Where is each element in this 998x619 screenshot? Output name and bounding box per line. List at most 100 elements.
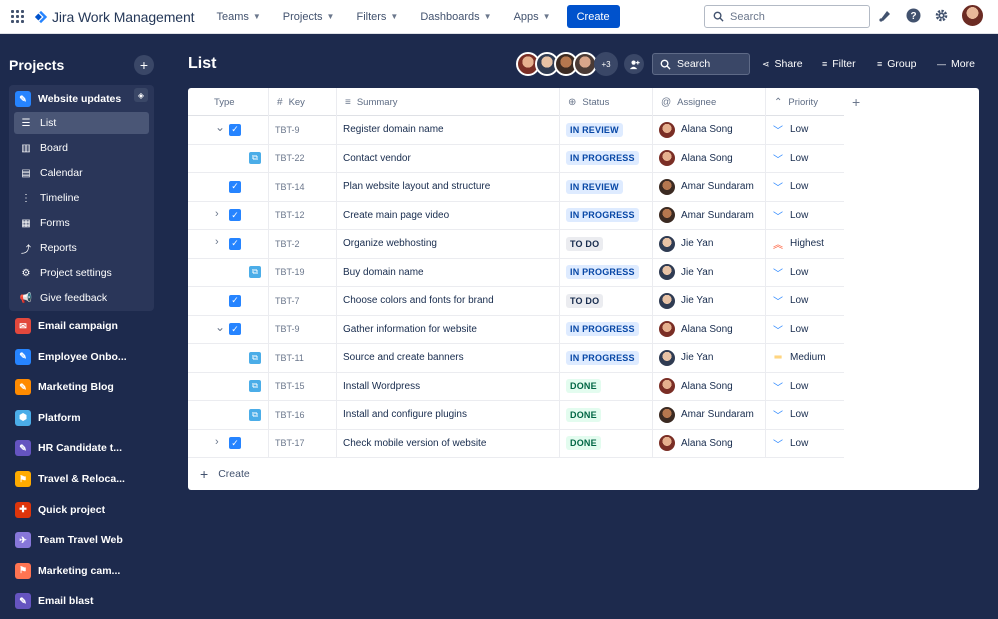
status-badge[interactable]: TO DO — [566, 236, 604, 251]
priority-cell[interactable]: ═ Medium — [766, 344, 844, 372]
sidebar-project-item[interactable]: ✈ Team Travel Web — [15, 530, 123, 550]
issue-key[interactable]: TBT-2 — [269, 230, 337, 258]
help-icon[interactable]: ? — [905, 8, 921, 24]
priority-cell[interactable]: ︽ Highest — [766, 230, 844, 258]
sidebar-item-timeline[interactable]: ⋮ Timeline — [14, 187, 149, 209]
issue-key[interactable]: TBT-12 — [269, 201, 337, 229]
table-row[interactable]: ⌄ ✓ TBT-9 Gather information for website IN … — [188, 315, 844, 344]
sidebar-project-item[interactable]: ✚ Quick project — [15, 500, 105, 520]
active-project-header[interactable]: ✎ Website updates — [15, 89, 121, 109]
status-cell[interactable]: IN PROGRESS — [560, 315, 653, 343]
status-cell[interactable]: TO DO — [560, 230, 653, 258]
sidebar-project-item[interactable]: ⚑ Travel & Reloca... — [15, 469, 125, 489]
status-cell[interactable]: IN PROGRESS — [560, 144, 653, 172]
sidebar-item-calendar[interactable]: ▤ Calendar — [14, 162, 149, 184]
assignee-cell[interactable]: Jie Yan — [653, 287, 766, 315]
status-badge[interactable]: IN PROGRESS — [566, 322, 639, 337]
status-cell[interactable]: IN REVIEW — [560, 173, 653, 201]
table-row[interactable]: › ✓ TBT-12 Create main page video IN PROGRES… — [188, 201, 844, 230]
issue-key[interactable]: TBT-19 — [269, 258, 337, 286]
sidebar-item-board[interactable]: ▥ Board — [14, 137, 149, 159]
table-row[interactable]: ⧉ TBT-15 Install Wordpress DONE Alana Song ﹀ L… — [188, 372, 844, 401]
issue-summary[interactable]: Plan website layout and structure — [337, 173, 560, 201]
priority-cell[interactable]: ﹀ Low — [766, 373, 844, 401]
project-options-icon[interactable]: ◈ — [134, 88, 148, 102]
status-badge[interactable]: IN PROGRESS — [566, 208, 639, 223]
column-key[interactable]: # Key — [269, 88, 337, 116]
priority-cell[interactable]: ﹀ Low — [766, 145, 844, 173]
create-issue-button[interactable]: + Create — [200, 466, 250, 482]
chevron-down-icon[interactable]: ⌄ — [215, 320, 225, 334]
status-cell[interactable]: IN PROGRESS — [560, 344, 653, 372]
table-row[interactable]: ✓ TBT-14 Plan website layout and structure… — [188, 173, 844, 202]
issue-summary[interactable]: Install Wordpress — [337, 372, 560, 400]
issue-summary[interactable]: Buy domain name — [337, 258, 560, 286]
column-priority[interactable]: ⌃ Priority — [766, 88, 844, 116]
add-column-button[interactable]: + — [852, 94, 860, 110]
assignee-cell[interactable]: Alana Song — [653, 144, 766, 172]
status-badge[interactable]: IN PROGRESS — [566, 350, 639, 365]
priority-cell[interactable]: ﹀ Low — [766, 259, 844, 287]
assignee-cell[interactable]: Alana Song — [653, 372, 766, 400]
sidebar-item-reports[interactable]: ⤴ Reports — [14, 237, 149, 259]
table-row[interactable]: ⧉ TBT-11 Source and create banners IN PROGR… — [188, 344, 844, 373]
status-badge[interactable]: IN REVIEW — [566, 179, 623, 194]
status-badge[interactable]: TO DO — [566, 293, 604, 308]
sidebar-project-item[interactable]: ✎ Email blast — [15, 591, 93, 611]
status-cell[interactable]: IN PROGRESS — [560, 201, 653, 229]
priority-cell[interactable]: ﹀ Low — [766, 316, 844, 344]
chevron-down-icon[interactable]: ⌄ — [215, 120, 225, 134]
sidebar-project-item[interactable]: ✎ Marketing Blog — [15, 377, 114, 397]
issue-key[interactable]: TBT-17 — [269, 429, 337, 457]
issue-summary[interactable]: Choose colors and fonts for brand — [337, 287, 560, 315]
table-row[interactable]: ⧉ TBT-22 Contact vendor IN PROGRESS Alana So… — [188, 144, 844, 173]
nav-projects[interactable]: Projects ▼ — [283, 11, 335, 23]
issue-summary[interactable]: Source and create banners — [337, 344, 560, 372]
priority-cell[interactable]: ﹀ Low — [766, 173, 844, 201]
more-button[interactable]: — More — [937, 58, 975, 70]
issue-key[interactable]: TBT-22 — [269, 144, 337, 172]
issue-summary[interactable]: Register domain name — [337, 116, 560, 144]
filter-button[interactable]: ≡ Filter — [822, 58, 856, 70]
issue-summary[interactable]: Check mobile version of website — [337, 429, 560, 457]
table-row[interactable]: ⧉ TBT-16 Install and configure plugins DONE… — [188, 401, 844, 430]
column-type[interactable]: Type — [188, 88, 269, 116]
status-cell[interactable]: IN PROGRESS — [560, 258, 653, 286]
table-row[interactable]: › ✓ TBT-17 Check mobile version of website D… — [188, 429, 844, 458]
issue-key[interactable]: TBT-9 — [269, 315, 337, 343]
chevron-right-icon[interactable]: › — [215, 436, 219, 448]
assignee-cell[interactable]: Jie Yan — [653, 258, 766, 286]
nav-filters[interactable]: Filters ▼ — [356, 11, 398, 23]
priority-cell[interactable]: ﹀ Low — [766, 430, 844, 458]
status-badge[interactable]: DONE — [566, 379, 601, 394]
assignee-cell[interactable]: Jie Yan — [653, 230, 766, 258]
assignee-cell[interactable]: Amar Sundaram — [653, 401, 766, 429]
nav-apps[interactable]: Apps ▼ — [514, 11, 551, 23]
assignee-cell[interactable]: Alana Song — [653, 429, 766, 457]
sidebar-item-give-feedback[interactable]: 📢 Give feedback — [14, 287, 149, 309]
chevron-right-icon[interactable]: › — [215, 236, 219, 248]
assignee-cell[interactable]: Alana Song — [653, 315, 766, 343]
assignee-cell[interactable]: Alana Song — [653, 116, 766, 144]
add-people-button[interactable] — [624, 54, 644, 74]
issue-key[interactable]: TBT-7 — [269, 287, 337, 315]
sidebar-item-forms[interactable]: ▦ Forms — [14, 212, 149, 234]
app-switcher-icon[interactable] — [11, 9, 25, 24]
issue-summary[interactable]: Organize webhosting — [337, 230, 560, 258]
sidebar-project-item[interactable]: ⚑ Marketing cam... — [15, 561, 120, 581]
column-summary[interactable]: ≡ Summary — [337, 88, 560, 116]
issue-summary[interactable]: Gather information for website — [337, 315, 560, 343]
group-button[interactable]: ≡ Group — [877, 58, 916, 70]
column-status[interactable]: ⊕ Status — [560, 88, 653, 116]
assignee-cell[interactable]: Jie Yan — [653, 344, 766, 372]
sidebar-project-item[interactable]: ⬢ Platform — [15, 408, 81, 428]
create-button[interactable]: Create — [566, 5, 620, 28]
status-cell[interactable]: TO DO — [560, 287, 653, 315]
chevron-right-icon[interactable]: › — [215, 208, 219, 220]
status-cell[interactable]: IN REVIEW — [560, 116, 653, 144]
table-row[interactable]: ✓ TBT-7 Choose colors and fonts for brand T… — [188, 287, 844, 316]
table-row[interactable]: ⧉ TBT-19 Buy domain name IN PROGRESS Jie Yan… — [188, 258, 844, 287]
status-cell[interactable]: DONE — [560, 372, 653, 400]
sidebar-project-item[interactable]: ✉ Email campaign — [15, 316, 118, 336]
priority-cell[interactable]: ﹀ Low — [766, 401, 844, 429]
